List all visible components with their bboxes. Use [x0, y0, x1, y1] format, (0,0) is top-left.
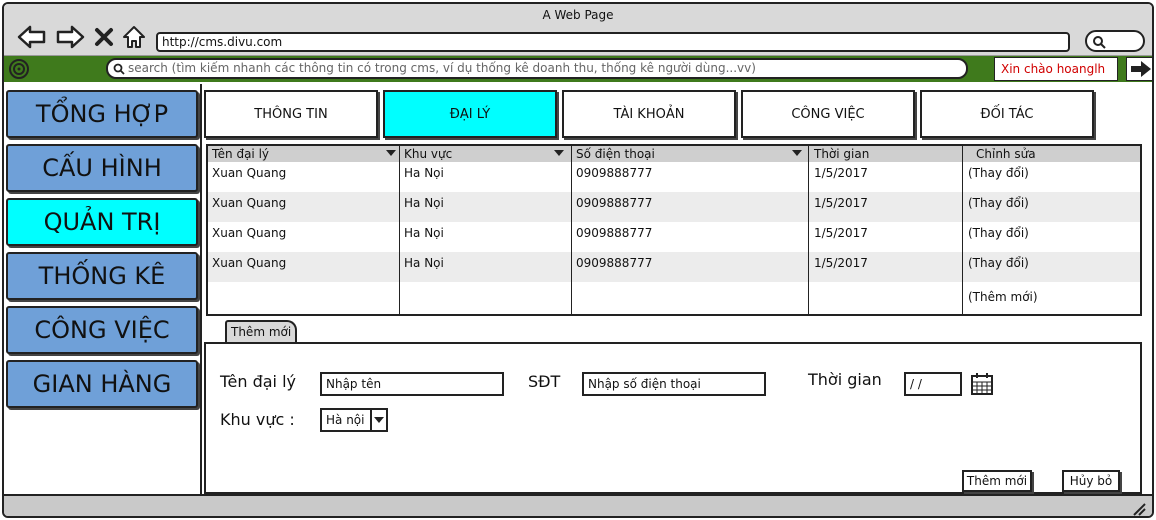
greeting-label: Xin chào hoanglh	[994, 57, 1118, 81]
column-divider	[571, 146, 572, 314]
date-input[interactable]: / /	[904, 372, 962, 396]
sidebar-item-cau-hinh[interactable]: CẤU HÌNH	[6, 144, 198, 192]
column-divider	[962, 146, 963, 314]
home-icon[interactable]	[120, 24, 148, 50]
region-label: Khu vực :	[220, 410, 295, 429]
search-icon	[1093, 36, 1106, 49]
sort-caret-icon[interactable]	[554, 150, 564, 156]
cell-name: Xuan Quang	[212, 256, 287, 270]
column-header-name: Tên đại lý	[212, 147, 269, 161]
agent-table: Tên đại lý Khu vực Số điện thoại Thời gi…	[206, 144, 1142, 316]
add-button[interactable]: Thêm mới	[962, 470, 1032, 492]
url-bar[interactable]: http://cms.divu.com	[156, 32, 1070, 52]
add-new-link[interactable]: (Thêm mới)	[964, 286, 1038, 308]
table-row: Xuan Quang Ha Nọi 0909888777 1/5/2017 (T…	[208, 162, 1140, 192]
sidebar-item-cong-viec[interactable]: CÔNG VIỆC	[6, 306, 198, 354]
back-arrow-icon[interactable]	[16, 24, 48, 50]
tab-tai-khoan[interactable]: TÀI KHOẢN	[562, 90, 736, 138]
forward-arrow-icon[interactable]	[54, 24, 86, 50]
cell-region: Ha Nọi	[404, 196, 444, 210]
search-placeholder: search (tìm kiếm nhanh các thông tin có …	[128, 61, 756, 75]
status-bar	[4, 494, 1152, 516]
cancel-button[interactable]: Hủy bỏ	[1062, 470, 1120, 492]
cell-region: Ha Nọi	[404, 256, 444, 270]
cell-phone: 0909888777	[576, 196, 653, 210]
column-header-edit: Chỉnh sửa	[976, 147, 1036, 161]
cell-time: 1/5/2017	[814, 256, 868, 270]
column-divider	[399, 146, 400, 314]
sidebar-item-tong-hop[interactable]: TỔNG HỢP	[6, 90, 198, 138]
edit-link[interactable]: (Thay đổi)	[964, 222, 1029, 244]
browser-window: A Web Page http://cms.divu.com search (t…	[2, 2, 1154, 518]
region-select[interactable]: Hà nội	[320, 408, 388, 432]
browser-search-box[interactable]	[1085, 30, 1145, 52]
region-value: Hà nội	[326, 413, 365, 427]
sidebar-item-thong-ke[interactable]: THỐNG KÊ	[6, 252, 198, 300]
table-row: Xuan Quang Ha Nọi 0909888777 1/5/2017 (T…	[208, 252, 1140, 282]
name-input[interactable]: Nhập tên	[320, 372, 504, 396]
sidebar-item-quan-tri[interactable]: QUẢN TRỊ	[6, 198, 198, 246]
sort-caret-icon[interactable]	[792, 150, 802, 156]
quick-search-input[interactable]: search (tìm kiếm nhanh các thông tin có …	[106, 58, 968, 79]
resize-grip-icon[interactable]	[1132, 502, 1146, 516]
column-header-phone: Số điện thoại	[576, 147, 655, 161]
cell-name: Xuan Quang	[212, 226, 287, 240]
tab-cong-viec[interactable]: CÔNG VIỆC	[741, 90, 915, 138]
tab-thong-tin[interactable]: THÔNG TIN	[204, 90, 378, 138]
cell-region: Ha Nọi	[404, 226, 444, 240]
tab-dai-ly[interactable]: ĐẠI LÝ	[383, 90, 557, 138]
chevron-down-icon[interactable]	[370, 410, 386, 430]
logout-arrow-icon	[1131, 61, 1151, 77]
sort-caret-icon[interactable]	[386, 150, 396, 156]
column-header-time: Thời gian	[814, 147, 870, 161]
name-label: Tên đại lý	[220, 372, 296, 391]
phone-label: SĐT	[528, 372, 561, 391]
phone-input[interactable]: Nhập số điện thoại	[582, 372, 766, 396]
time-label: Thời gian	[808, 370, 882, 389]
column-divider	[808, 146, 809, 314]
tab-doi-tac[interactable]: ĐỐI TÁC	[920, 90, 1094, 138]
sidebar: TỔNG HỢP CẤU HÌNH QUẢN TRỊ THỐNG KÊ CÔNG…	[4, 84, 202, 494]
cell-name: Xuan Quang	[212, 166, 287, 180]
logo-icon	[9, 59, 29, 79]
table-row: Xuan Quang Ha Nọi 0909888777 1/5/2017 (T…	[208, 222, 1140, 252]
title-bar: A Web Page http://cms.divu.com	[4, 4, 1152, 56]
cell-time: 1/5/2017	[814, 226, 868, 240]
sidebar-item-gian-hang[interactable]: GIAN HÀNG	[6, 360, 198, 408]
close-x-icon[interactable]	[92, 24, 116, 50]
app-toolbar: search (tìm kiếm nhanh các thông tin có …	[4, 56, 1152, 82]
cell-region: Ha Nọi	[404, 166, 444, 180]
calendar-icon[interactable]	[970, 372, 994, 396]
edit-link[interactable]: (Thay đổi)	[964, 252, 1029, 274]
cell-phone: 0909888777	[576, 256, 653, 270]
table-row: Xuan Quang Ha Nọi 0909888777 1/5/2017 (T…	[208, 192, 1140, 222]
search-icon	[113, 63, 125, 75]
column-header-region: Khu vực	[404, 147, 453, 161]
cell-time: 1/5/2017	[814, 196, 868, 210]
cell-phone: 0909888777	[576, 166, 653, 180]
edit-link[interactable]: (Thay đổi)	[964, 162, 1029, 184]
table-header: Tên đại lý Khu vực Số điện thoại Thời gi…	[208, 146, 1140, 162]
window-title: A Web Page	[542, 8, 614, 22]
cell-phone: 0909888777	[576, 226, 653, 240]
table-row: (Thêm mới)	[208, 282, 1140, 314]
add-agent-form: Tên đại lý Nhập tên SĐT Nhập số điện tho…	[204, 342, 1142, 494]
edit-link[interactable]: (Thay đổi)	[964, 192, 1029, 214]
cell-name: Xuan Quang	[212, 196, 287, 210]
form-tab[interactable]: Thêm mới	[225, 320, 297, 344]
cell-time: 1/5/2017	[814, 166, 868, 180]
logout-button[interactable]	[1126, 57, 1152, 81]
